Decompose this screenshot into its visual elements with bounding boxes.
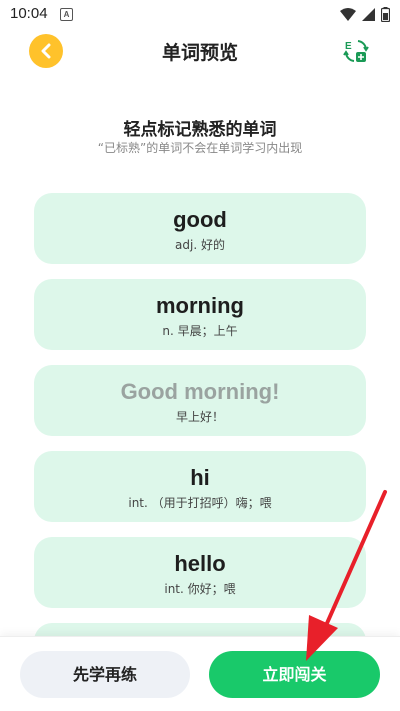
top-bar: 单词预览 E bbox=[0, 28, 400, 78]
word-text: hello bbox=[174, 551, 226, 576]
word-meaning: int. （用于打招呼）嗨；喂 bbox=[128, 496, 272, 510]
word-text: Good morning! bbox=[120, 379, 280, 404]
status-icons bbox=[340, 7, 390, 22]
word-list: good adj. 好的 morning n. 早晨；上午 Good morni… bbox=[34, 193, 366, 709]
study-first-button[interactable]: 先学再练 bbox=[20, 651, 190, 698]
word-card[interactable]: hi int. （用于打招呼）嗨；喂 bbox=[34, 451, 366, 522]
start-challenge-button[interactable]: 立即闯关 bbox=[209, 651, 380, 698]
word-card[interactable]: good adj. 好的 bbox=[34, 193, 366, 264]
word-card[interactable]: morning n. 早晨；上午 bbox=[34, 279, 366, 350]
cell-signal-icon bbox=[362, 8, 375, 21]
word-card-known[interactable]: Good morning! 早上好！ bbox=[34, 365, 366, 436]
instruction-subheading: “已标熟”的单词不会在单词学习内出现 bbox=[97, 141, 303, 155]
notification-icon: A bbox=[60, 8, 73, 21]
word-meaning: adj. 好的 bbox=[175, 238, 225, 252]
swap-language-icon: E bbox=[343, 40, 369, 62]
bottom-action-bar: 先学再练 立即闯关 bbox=[0, 636, 400, 711]
page-title: 单词预览 bbox=[161, 42, 238, 64]
word-meaning: 早上好！ bbox=[175, 410, 224, 424]
battery-icon bbox=[381, 7, 390, 22]
wifi-icon bbox=[340, 8, 356, 21]
word-meaning: int. 你好；喂 bbox=[164, 582, 236, 596]
switch-language-button[interactable]: E bbox=[341, 36, 371, 66]
instruction-heading: 轻点标记熟悉的单词 bbox=[123, 120, 277, 140]
word-text: good bbox=[173, 207, 227, 232]
status-bar: 10:04 A bbox=[0, 0, 400, 28]
status-time: 10:04 bbox=[10, 5, 48, 22]
word-text: hi bbox=[190, 465, 210, 490]
word-text: morning bbox=[156, 293, 244, 318]
word-card[interactable]: hello int. 你好；喂 bbox=[34, 537, 366, 608]
word-meaning: n. 早晨；上午 bbox=[162, 324, 238, 338]
